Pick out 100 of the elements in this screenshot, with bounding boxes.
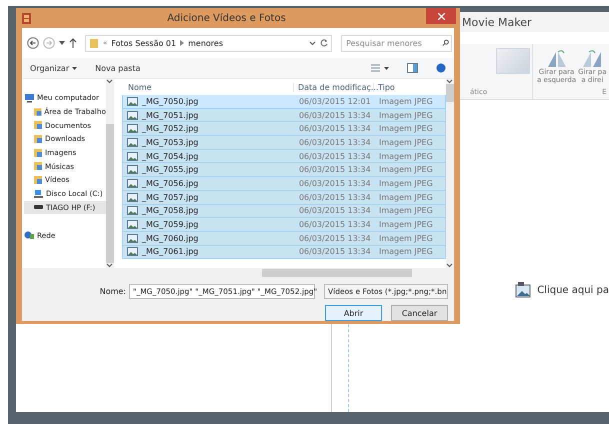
scroll-down-icon: [106, 263, 114, 268]
date-cell-text: 06/03/2015 13:34: [298, 192, 372, 202]
date-cell-text: 06/03/2015 13:34: [298, 165, 372, 174]
column-header[interactable]: Nome: [122, 82, 294, 92]
type-cell-text: Imagem JPEG: [378, 165, 434, 174]
folder-icon: [89, 38, 99, 48]
image-file-icon: [126, 234, 138, 243]
file-name: _MG_7050.jpg: [122, 96, 295, 106]
rotate-left-icon: [546, 48, 568, 68]
horizontal-scrollbar[interactable]: [22, 268, 454, 278]
date-cell-text: 06/03/2015 13:34: [298, 234, 372, 243]
image-file-icon: [126, 165, 138, 174]
date-cell-text: 06/03/2015 12:01: [298, 96, 372, 106]
close-button[interactable]: [426, 8, 456, 24]
separator-icon: [180, 40, 184, 46]
scroll-thumb[interactable]: [106, 124, 114, 263]
file-name: _MG_7054.jpg: [122, 152, 295, 161]
file-row[interactable]: _MG_7059.jpg 06/03/2015 13:34 Imagem JPEG: [122, 218, 446, 232]
type-cell-text: Imagem JPEG: [378, 110, 434, 120]
window-title: Movie Maker: [462, 16, 532, 28]
back-icon: [27, 37, 39, 49]
file-name-label: Nome:: [100, 287, 126, 296]
type-cell-text: Imagem JPEG: [378, 124, 434, 134]
folder-icon: [33, 174, 43, 185]
file-name: _MG_7056.jpg: [122, 178, 295, 188]
computer-icon: [24, 92, 35, 103]
image-file-icon: [126, 206, 138, 216]
type-cell-text: Imagem JPEG: [378, 247, 434, 256]
scroll-up-icon: [106, 79, 114, 84]
forward-icon: [43, 37, 55, 49]
forward-button[interactable]: [43, 37, 55, 49]
file-row[interactable]: _MG_7050.jpg 06/03/2015 12:01 Imagem JPEG: [122, 95, 446, 109]
file-name: _MG_7060.jpg: [122, 234, 295, 243]
disk-icon: [33, 188, 44, 199]
file-row[interactable]: _MG_7061.jpg 06/03/2015 13:34 Imagem JPEG: [122, 246, 446, 260]
date-cell-text: 06/03/2015 13:34: [298, 110, 372, 120]
drive-icon: [33, 204, 44, 210]
breadcrumb[interactable]: menores: [188, 38, 223, 48]
image-file-icon: [126, 192, 138, 202]
date-cell-text: 06/03/2015 13:34: [298, 152, 372, 161]
folder-icon: [33, 106, 42, 117]
effect-thumbnail[interactable]: [496, 48, 530, 74]
file-row[interactable]: _MG_7055.jpg 06/03/2015 13:34 Imagem JPEG: [122, 163, 446, 178]
file-row[interactable]: _MG_7057.jpg 06/03/2015 13:34 Imagem JPEG: [122, 190, 446, 204]
dialog-title: Adicione Vídeos e Fotos: [166, 12, 287, 24]
scroll-thumb[interactable]: [446, 84, 454, 102]
scrollbar[interactable]: [106, 79, 114, 268]
type-cell-text: Imagem JPEG: [378, 220, 434, 230]
date-cell-text: 06/03/2015 13:34: [298, 178, 372, 188]
up-button[interactable]: [69, 38, 77, 48]
toolbar-button[interactable]: Organizar: [30, 64, 78, 72]
dropdown-icon: [309, 40, 316, 46]
close-icon: [438, 12, 444, 20]
file-name: _MG_7052.jpg: [122, 124, 295, 134]
file-row[interactable]: _MG_7056.jpg 06/03/2015 13:34 Imagem JPEG: [122, 177, 446, 191]
file-name: _MG_7061.jpg: [122, 247, 295, 256]
image-file-icon: [126, 178, 138, 188]
file-name: _MG_7058.jpg: [122, 206, 295, 216]
dialog-button[interactable]: Abrir: [325, 305, 382, 321]
file-name: _MG_7051.jpg: [122, 110, 295, 120]
file-row[interactable]: _MG_7051.jpg 06/03/2015 13:34 Imagem JPEG: [122, 108, 446, 122]
help-icon[interactable]: [436, 63, 446, 73]
file-row[interactable]: _MG_7054.jpg 06/03/2015 13:34 Imagem JPEG: [122, 150, 446, 164]
type-cell-text: Imagem JPEG: [378, 152, 434, 161]
date-cell-text: 06/03/2015 13:34: [298, 124, 372, 134]
type-cell-text: Imagem JPEG: [378, 206, 434, 216]
folder-icon: [33, 120, 43, 130]
dialog-button[interactable]: Cancelar: [391, 305, 448, 321]
dropdown-icon: [72, 66, 78, 70]
folder-icon: [33, 161, 43, 172]
photo-icon: [515, 282, 532, 298]
view-options-icon[interactable]: [371, 64, 389, 72]
type-cell-text: Imagem JPEG: [378, 138, 434, 147]
image-file-icon: [126, 96, 138, 106]
folder-icon: [33, 134, 43, 144]
app-icon: [22, 12, 31, 24]
file-name: _MG_7059.jpg: [122, 220, 295, 230]
recent-locations-button[interactable]: [59, 41, 65, 45]
breadcrumb[interactable]: Fotos Sessão 01: [111, 38, 176, 48]
search-field[interactable]: Pesquisar menores: [341, 34, 452, 52]
file-row[interactable]: _MG_7053.jpg 06/03/2015 13:34 Imagem JPEG: [122, 136, 446, 150]
file-row[interactable]: _MG_7060.jpg 06/03/2015 13:34 Imagem JPEG: [122, 232, 446, 246]
file-name: _MG_7053.jpg: [122, 138, 295, 147]
image-file-icon: [126, 138, 138, 147]
date-cell-text: 06/03/2015 13:34: [298, 247, 372, 256]
toolbar-button[interactable]: Nova pasta: [95, 64, 140, 72]
file-name: _MG_7055.jpg: [122, 165, 295, 174]
back-button[interactable]: [27, 37, 39, 49]
type-cell-text: Imagem JPEG: [378, 178, 434, 188]
file-row[interactable]: _MG_7058.jpg 06/03/2015 13:34 Imagem JPEG: [122, 204, 446, 218]
type-cell-text: Imagem JPEG: [378, 96, 434, 106]
image-file-icon: [126, 124, 138, 134]
folder-icon: [33, 148, 43, 158]
preview-pane-icon[interactable]: [407, 63, 418, 73]
image-file-icon: [126, 110, 138, 120]
file-row[interactable]: _MG_7052.jpg 06/03/2015 13:34 Imagem JPEG: [122, 122, 446, 136]
scroll-up-icon: [446, 79, 454, 84]
scroll-down-icon: [446, 263, 454, 268]
network-icon: [24, 230, 35, 240]
scroll-thumb[interactable]: [262, 269, 412, 277]
